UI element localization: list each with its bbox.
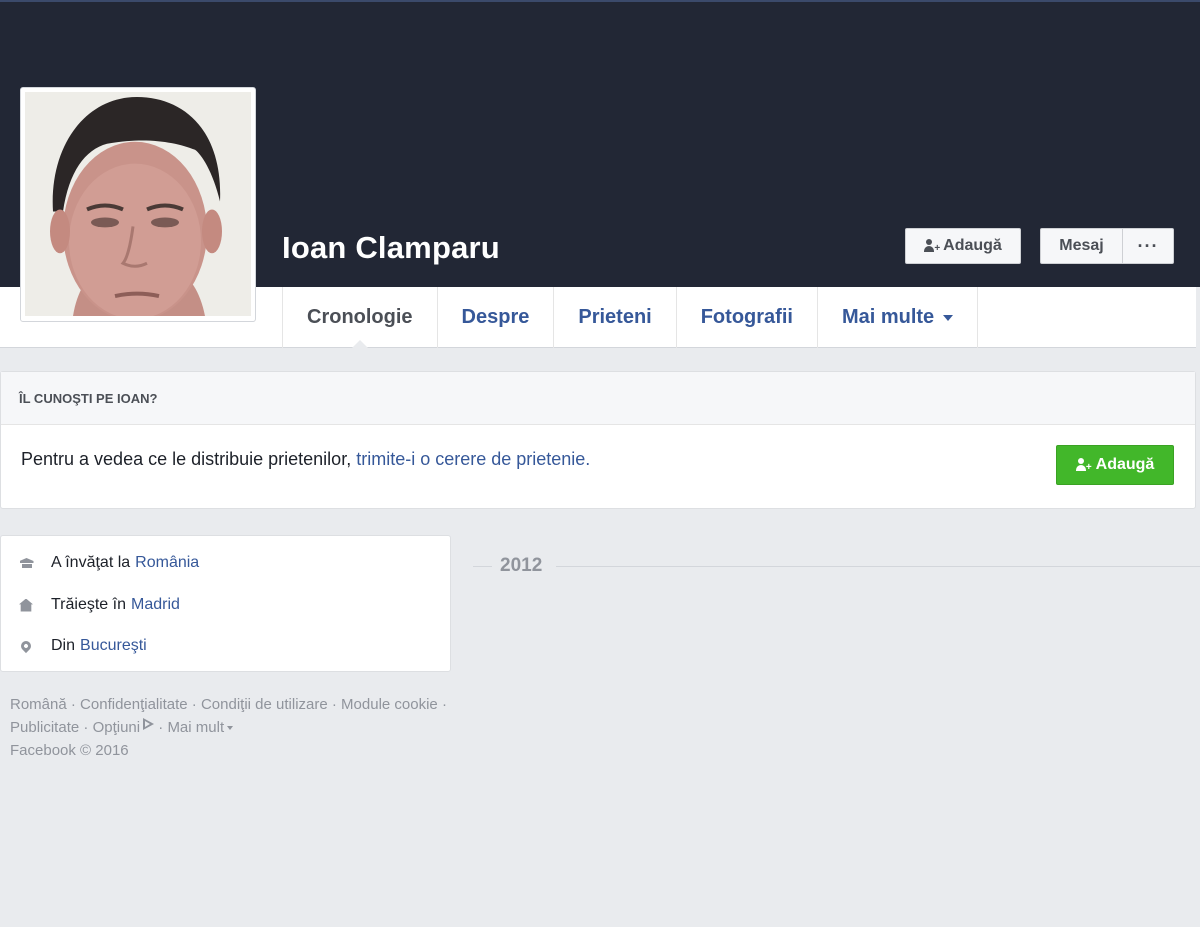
divider-line <box>556 566 1200 567</box>
tab-despre[interactable]: Despre <box>438 287 555 348</box>
prompt-heading: ÎL CUNOŞTI PE IOAN? <box>1 372 1195 425</box>
more-options-button[interactable]: ··· <box>1122 228 1174 264</box>
location-pin-icon <box>18 638 34 654</box>
footer-link-more[interactable]: Mai mult <box>167 719 224 736</box>
chevron-down-icon <box>943 314 954 321</box>
ellipsis-icon: ··· <box>1137 235 1159 256</box>
message-label: Mesaj <box>1059 237 1104 254</box>
school-icon <box>20 558 34 568</box>
add-friend-green-button[interactable]: + Adaugă <box>1056 445 1174 485</box>
home-icon <box>19 598 33 612</box>
footer-link-advertising[interactable]: Publicitate <box>10 719 79 736</box>
intro-item-link[interactable]: Bucureşti <box>80 637 147 655</box>
tab-fotografii[interactable]: Fotografii <box>677 287 818 348</box>
timeline-year[interactable]: 2012 <box>500 555 542 577</box>
intro-item-from: Din Bucureşti <box>1 635 147 657</box>
tab-label: Prieteni <box>578 306 652 328</box>
footer-link-terms[interactable]: Condiţii de utilizare <box>201 696 328 713</box>
add-friend-green-label: Adaugă <box>1095 456 1155 473</box>
intro-item-text: Trăieşte în <box>51 596 126 613</box>
add-friend-button[interactable]: + Adaugă <box>905 228 1021 264</box>
footer-link-cookies[interactable]: Module cookie <box>341 696 438 713</box>
tab-label: Despre <box>461 306 530 328</box>
tab-mai-multe[interactable]: Mai multe <box>818 287 979 348</box>
footer-link-privacy[interactable]: Confidenţialitate <box>80 696 188 713</box>
profile-tabs: Cronologie Despre Prieteni Fotografii Ma… <box>282 287 979 349</box>
intro-item-text: Din <box>51 637 76 654</box>
send-friend-request-link[interactable]: trimite-i o cerere de prietenie. <box>356 449 590 469</box>
add-friend-label: Adaugă <box>943 237 1002 254</box>
timeline-year-divider: 2012 <box>473 555 1200 579</box>
page-footer: Română · Confidenţialitate · Condiţii de… <box>10 696 447 759</box>
intro-item-link[interactable]: România <box>135 554 199 572</box>
intro-item-text: A învăţat la <box>51 554 131 571</box>
footer-link-ad-choices[interactable]: Opţiuni <box>93 719 141 736</box>
add-friend-icon: + <box>924 239 940 254</box>
profile-photo-image <box>25 92 251 316</box>
intro-item-education: A învăţat la România <box>1 552 199 574</box>
message-button[interactable]: Mesaj <box>1040 228 1123 264</box>
intro-item-link[interactable]: Madrid <box>131 596 180 614</box>
profile-picture[interactable] <box>20 87 256 322</box>
tab-label: Mai multe <box>841 306 935 328</box>
chevron-down-icon <box>227 726 234 731</box>
prompt-text-prefix: Pentru a vedea ce le distribuie prieteni… <box>21 449 357 469</box>
footer-copyright: Facebook © 2016 <box>10 742 129 759</box>
add-friend-icon: + <box>1075 458 1092 473</box>
tab-cronologie[interactable]: Cronologie <box>283 287 438 349</box>
prompt-text: Pentru a vedea ce le distribuie prieteni… <box>21 449 590 470</box>
divider-line <box>473 566 492 567</box>
intro-card: A învăţat la România Trăieşte în Madrid Di… <box>0 535 451 672</box>
friend-request-prompt: ÎL CUNOŞTI PE IOAN? Pentru a vedea ce le… <box>0 371 1196 509</box>
tab-prieteni[interactable]: Prieteni <box>554 287 677 348</box>
tab-label: Fotografii <box>700 306 793 328</box>
prompt-body: Pentru a vedea ce le distribuie prieteni… <box>1 425 1195 509</box>
tab-label: Cronologie <box>307 306 413 328</box>
profile-photo-illustration <box>25 92 251 316</box>
profile-name[interactable]: Ioan Clamparu <box>282 230 500 266</box>
footer-link-language[interactable]: Română <box>10 696 67 713</box>
ad-choices-icon[interactable] <box>143 718 155 730</box>
intro-item-lives-in: Trăieşte în Madrid <box>1 594 180 616</box>
